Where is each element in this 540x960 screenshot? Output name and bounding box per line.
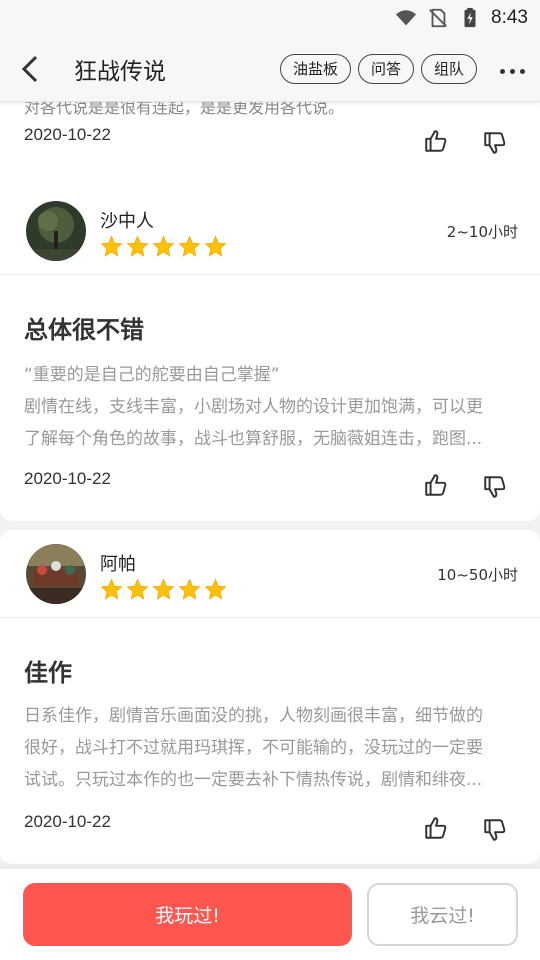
star-icon <box>100 578 123 600</box>
review-line: “重要的是自己的舵要由自己掌握” <box>24 365 280 385</box>
reviewer-row[interactable]: 沙中人 2~10小时 <box>0 187 540 275</box>
thumb-up-icon[interactable] <box>423 472 449 498</box>
tag-youyanban[interactable]: 油盐板 <box>279 53 351 84</box>
review-line: 日系佳作，剧情音乐画面没的挑，人物刻画很丰富，细节做的 <box>24 706 483 726</box>
username: 阿帕 <box>100 554 136 575</box>
thumb-down-icon[interactable] <box>482 130 508 156</box>
thumb-down-icon[interactable] <box>482 817 508 843</box>
review-list[interactable]: 对各代说是是很有连起，是是更发用各代说。 2020-10-22 沙中人 2~10… <box>0 102 540 868</box>
review-date: 2020-10-22 <box>24 125 111 144</box>
more-button[interactable] <box>484 36 540 102</box>
star-icon <box>152 578 175 600</box>
thumb-up-icon[interactable] <box>423 815 449 841</box>
star-icon <box>178 235 201 257</box>
avatar[interactable] <box>26 544 86 604</box>
star-icon <box>178 578 201 600</box>
review-card: 沙中人 2~10小时 总体很不错 “重要的是自己的舵要由自己掌握” 剧情在线，支… <box>0 187 540 521</box>
star-icon <box>204 578 227 600</box>
playtime: 10~50小时 <box>437 566 518 584</box>
review-body-cut: 对各代说是是很有连起，是是更发用各代说。 <box>24 102 345 117</box>
tag-team[interactable]: 组队 <box>420 53 477 84</box>
review-date: 2020-10-22 <box>24 469 111 488</box>
wifi-icon <box>395 10 417 26</box>
page-title: 狂战传说 <box>74 58 166 85</box>
star-rating <box>100 235 227 258</box>
star-icon <box>204 235 227 257</box>
app-header: 狂战传说 油盐板 问答 组队 <box>0 36 540 102</box>
review-title: 总体很不错 <box>24 316 144 344</box>
review-card: 阿帕 10~50小时 佳作 日系佳作，剧情音乐画面没的挑，人物刻画很丰富，细节做… <box>0 530 540 864</box>
status-bar: 8:43 <box>0 0 540 36</box>
played-button[interactable]: 我玩过! <box>23 883 352 946</box>
star-icon <box>126 578 149 600</box>
review-body[interactable]: “重要的是自己的舵要由自己掌握” 剧情在线，支线丰富，小剧场对人物的设计更加饱满… <box>24 359 516 455</box>
review-line: 剧情在线，支线丰富，小剧场对人物的设计更加饱满，可以更 <box>24 397 483 417</box>
battery-charging-icon <box>464 7 476 28</box>
thumb-up-icon[interactable] <box>423 128 449 154</box>
back-button[interactable] <box>0 36 60 102</box>
review-line: 了解每个角色的故事，战斗也算舒服，无脑薇姐连击，跑图... <box>24 429 483 449</box>
clock: 8:43 <box>491 7 528 28</box>
tag-qa[interactable]: 问答 <box>357 53 414 84</box>
username: 沙中人 <box>100 211 154 232</box>
cloud-played-button[interactable]: 我云过! <box>367 883 518 946</box>
thumb-down-icon[interactable] <box>482 474 508 500</box>
review-line: 试试。只玩过本作的也一定要去补下情热传说，剧情和绯夜... <box>24 770 483 790</box>
star-icon <box>126 235 149 257</box>
star-rating <box>100 578 227 601</box>
review-title: 佳作 <box>24 659 72 687</box>
bottom-action-bar: 我玩过! 我云过! <box>0 868 540 960</box>
star-icon <box>100 235 123 257</box>
playtime: 2~10小时 <box>446 223 518 241</box>
review-line: 很好，战斗打不过就用玛琪挥，不可能输的，没玩过的一定要 <box>24 738 483 758</box>
back-arrow-icon <box>21 55 38 82</box>
avatar[interactable] <box>26 201 86 261</box>
no-sim-icon <box>429 8 447 28</box>
star-icon <box>152 235 175 257</box>
reviewer-row[interactable]: 阿帕 10~50小时 <box>0 530 540 618</box>
review-body[interactable]: 日系佳作，剧情音乐画面没的挑，人物刻画很丰富，细节做的 很好，战斗打不过就用玛琪… <box>24 700 516 796</box>
more-dots-icon <box>497 59 527 78</box>
review-date: 2020-10-22 <box>24 812 111 831</box>
